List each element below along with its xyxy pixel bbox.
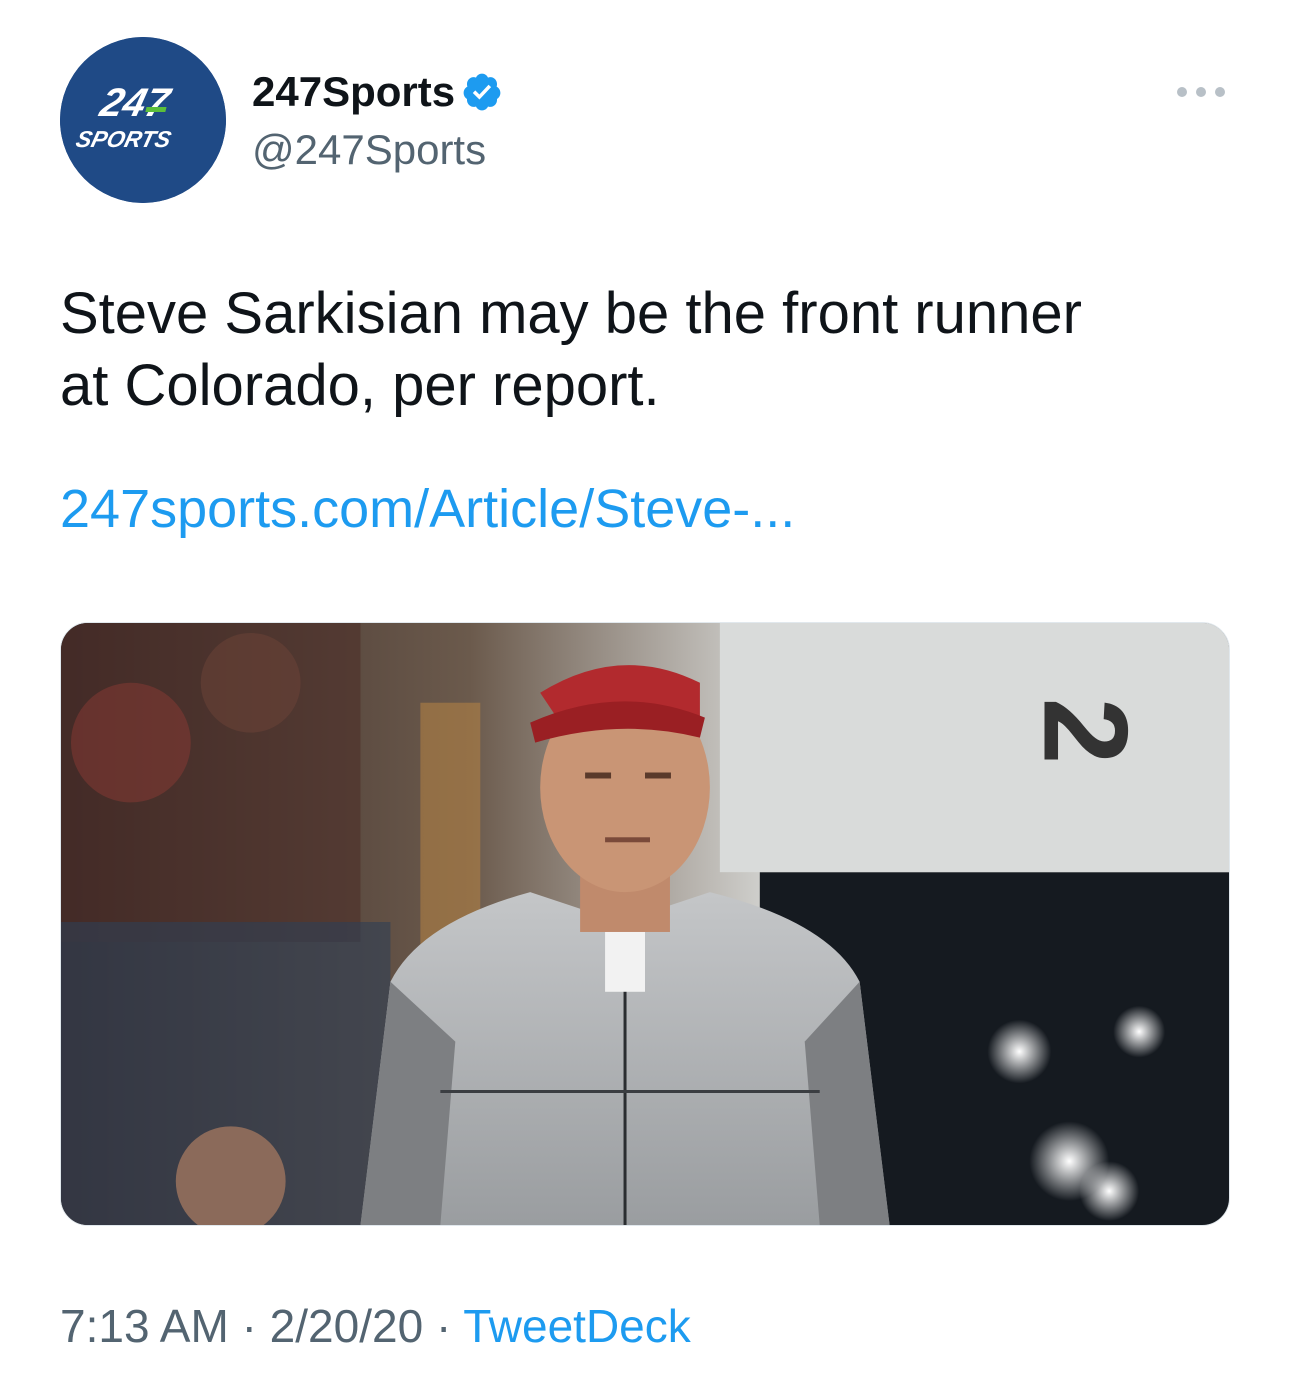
tweet-source[interactable]: TweetDeck — [463, 1300, 691, 1352]
avatar-text-sports: SPORTS — [73, 126, 174, 152]
display-name-row[interactable]: 247Sports — [252, 66, 503, 118]
tweet-text: Steve Sarkisian may be the front runner … — [60, 281, 1082, 418]
more-dot — [1177, 87, 1187, 97]
tweet-media-image[interactable]: 2 — [60, 622, 1230, 1226]
meta-separator: · — [241, 1300, 257, 1352]
avatar-logo: 247 SPORTS — [60, 37, 226, 203]
handle[interactable]: @247Sports — [252, 124, 486, 176]
verified-badge-icon — [463, 73, 501, 111]
tweet-meta: 7:13 AM · 2/20/20 · TweetDeck — [60, 1296, 691, 1356]
more-dot — [1215, 87, 1225, 97]
photo-coach: 2 — [61, 623, 1229, 1225]
meta-separator: · — [435, 1300, 452, 1352]
tweet-date[interactable]: 2/20/20 — [270, 1300, 423, 1352]
avatar-text-247: 247 — [95, 80, 176, 125]
display-name[interactable]: 247Sports — [252, 66, 455, 118]
article-link[interactable]: 247sports.com/Article/Steve-... — [60, 474, 795, 544]
background-sign-text: 2 — [1018, 698, 1151, 765]
more-options-icon[interactable] — [1177, 80, 1225, 104]
avatar[interactable]: 247 SPORTS — [60, 37, 226, 203]
more-dot — [1196, 87, 1206, 97]
tweet-time[interactable]: 7:13 AM — [60, 1300, 229, 1352]
